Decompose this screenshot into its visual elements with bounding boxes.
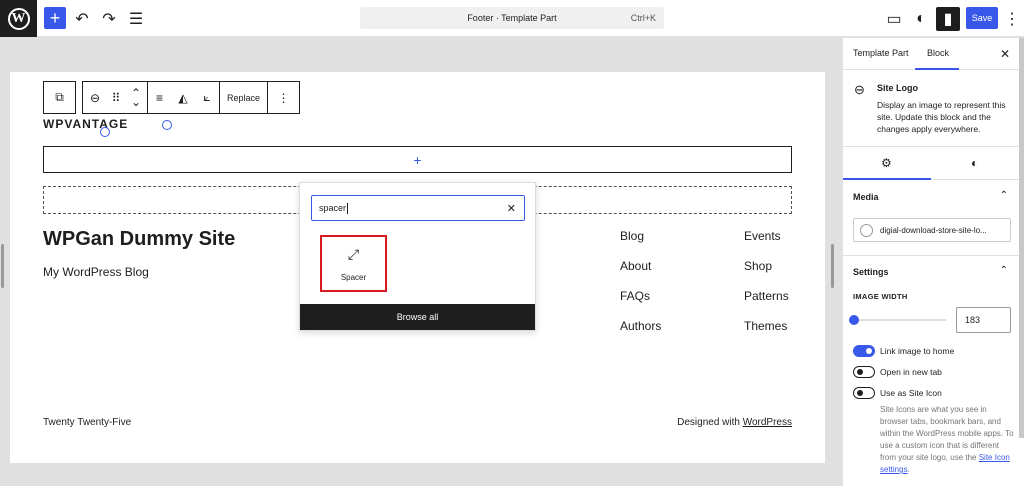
settings-panel-heading[interactable]: Settings (853, 267, 889, 277)
clear-search-icon[interactable]: ✕ (507, 202, 516, 215)
result-label: Spacer (340, 272, 367, 282)
resize-handle[interactable] (100, 127, 110, 137)
toggle-knob (857, 369, 863, 375)
panel-divider (843, 255, 1024, 256)
resize-handle[interactable] (162, 120, 172, 130)
list-view-icon[interactable]: ☰ (124, 7, 148, 31)
active-tab-indicator (915, 68, 959, 70)
toggle-knob (857, 390, 863, 396)
settings-sidebar: Template Part Block ✕ ⊖ Site Logo Displa… (842, 38, 1024, 486)
duotone-icon[interactable]: ◭ (171, 82, 195, 113)
block-toolbar: ⧉ ⊖ ⠿ ⌃ ⌄ ≡ ◭ ⟀ Replace ⋮ (43, 81, 300, 114)
chevron-up-icon[interactable]: ⌃ (1000, 190, 1008, 201)
nav-link[interactable]: Shop (744, 259, 772, 273)
site-icon-label: Use as Site Icon (880, 388, 942, 398)
footer-credit-prefix: Designed with (677, 417, 743, 428)
transform-icon[interactable]: ⧉ (44, 82, 75, 113)
nav-link[interactable]: Themes (744, 319, 787, 333)
site-icon-toggle[interactable] (853, 387, 875, 399)
redo-icon[interactable]: ↷ (97, 7, 121, 31)
inspector-tabs: ⚙ ◐ (843, 146, 1024, 180)
toolbar-group-transform: ⧉ (43, 81, 76, 114)
toggle-knob (866, 348, 872, 354)
block-description: Display an image to represent this site.… (877, 100, 1006, 134)
preview-icon[interactable]: ▭ (882, 7, 906, 31)
image-width-label: IMAGE WIDTH (853, 292, 908, 301)
site-icon-help-text: Site Icons are what you see in browser t… (880, 404, 1014, 476)
command-palette-button[interactable]: Footer · Template Part Ctrl+K (360, 7, 664, 29)
chevron-up-icon[interactable]: ⌃ (1000, 265, 1008, 276)
close-icon[interactable]: ✕ (1000, 47, 1010, 61)
nav-link[interactable]: Blog (620, 229, 644, 243)
toolbar-group-main: ⊖ ⠿ ⌃ ⌄ ≡ ◭ ⟀ Replace ⋮ (82, 81, 300, 114)
wordpress-logo-button[interactable]: W (0, 0, 37, 37)
block-appender[interactable]: + (43, 146, 792, 173)
image-width-input[interactable]: 183 (956, 307, 1011, 333)
site-tagline[interactable]: My WordPress Blog (43, 265, 149, 279)
block-search-input[interactable]: spacer ✕ (311, 195, 525, 221)
tab-block[interactable]: Block (927, 48, 949, 58)
media-file-button[interactable]: digial-download-store-site-lo... (853, 218, 1011, 242)
shortcut-hint: Ctrl+K (630, 13, 656, 23)
sidebar-scrollbar[interactable] (1019, 38, 1024, 438)
image-width-slider[interactable] (854, 319, 946, 321)
block-title: Site Logo (877, 83, 918, 93)
block-inserter-toggle[interactable]: + (44, 7, 66, 29)
wordpress-link[interactable]: WordPress (743, 417, 792, 428)
tab-template-part[interactable]: Template Part (853, 48, 909, 58)
site-logo-block-icon: ⊖ (854, 82, 865, 97)
plus-icon: + (413, 151, 422, 168)
align-icon[interactable]: ≡ (147, 82, 171, 113)
new-tab-label: Open in new tab (880, 367, 942, 377)
new-tab-toggle[interactable] (853, 366, 875, 378)
resize-handle-left[interactable] (1, 244, 4, 288)
nav-link[interactable]: FAQs (620, 289, 650, 303)
nav-link[interactable]: About (620, 259, 651, 273)
footer-theme-name[interactable]: Twenty Twenty-Five (43, 417, 131, 428)
slider-thumb[interactable] (849, 315, 859, 325)
help-text-end: . (907, 465, 910, 474)
search-value: spacer (319, 203, 347, 213)
crop-icon[interactable]: ⟀ (195, 82, 219, 113)
site-logo-icon[interactable]: ⊖ (83, 82, 107, 113)
move-down-icon[interactable]: ⌄ (131, 96, 141, 108)
resize-handle-right[interactable] (831, 244, 834, 288)
quick-inserter-popover: spacer ✕ ⤢ Spacer Browse all (299, 182, 536, 331)
footer-credit[interactable]: Designed with WordPress (677, 417, 792, 428)
styles-icon[interactable]: ◐ (909, 7, 933, 31)
settings-tab-icon[interactable]: ⚙ (881, 156, 892, 170)
nav-link[interactable]: Patterns (744, 289, 789, 303)
block-options-icon[interactable]: ⋮ (267, 82, 299, 113)
media-panel-heading[interactable]: Media (853, 192, 879, 202)
options-menu-icon[interactable]: ⋮ (1003, 7, 1021, 31)
media-file-name: digial-download-store-site-lo... (880, 225, 987, 235)
settings-sidebar-toggle[interactable]: ▮ (936, 7, 960, 31)
mover: ⌃ ⌄ (125, 82, 147, 113)
link-home-toggle[interactable] (853, 345, 875, 357)
link-home-label: Link image to home (880, 346, 955, 356)
wordpress-icon: W (7, 7, 30, 30)
replace-button[interactable]: Replace (219, 82, 267, 113)
styles-tab-icon[interactable]: ◐ (971, 156, 978, 170)
undo-icon[interactable]: ↶ (70, 7, 94, 31)
spacer-block-result[interactable]: ⤢ Spacer (320, 235, 387, 292)
nav-link[interactable]: Events (744, 229, 781, 243)
spacer-icon: ⤢ (347, 245, 360, 262)
sidebar-tabs: Template Part Block ✕ (843, 38, 1024, 70)
document-title: Footer · Template Part (467, 13, 557, 23)
browse-all-button[interactable]: Browse all (300, 304, 535, 330)
scrollbar-thumb[interactable] (1019, 38, 1024, 438)
save-button[interactable]: Save (966, 7, 998, 29)
active-tab-indicator (843, 178, 931, 180)
nav-link[interactable]: Authors (620, 319, 661, 333)
image-icon (860, 223, 873, 237)
site-title[interactable]: WPGan Dummy Site (43, 228, 235, 251)
site-logo[interactable]: WPVANTAGE (43, 117, 128, 131)
editor-header: W + ↶ ↷ ☰ Footer · Template Part Ctrl+K … (0, 0, 1024, 37)
text-cursor (347, 202, 349, 214)
drag-handle-icon[interactable]: ⠿ (107, 82, 125, 113)
